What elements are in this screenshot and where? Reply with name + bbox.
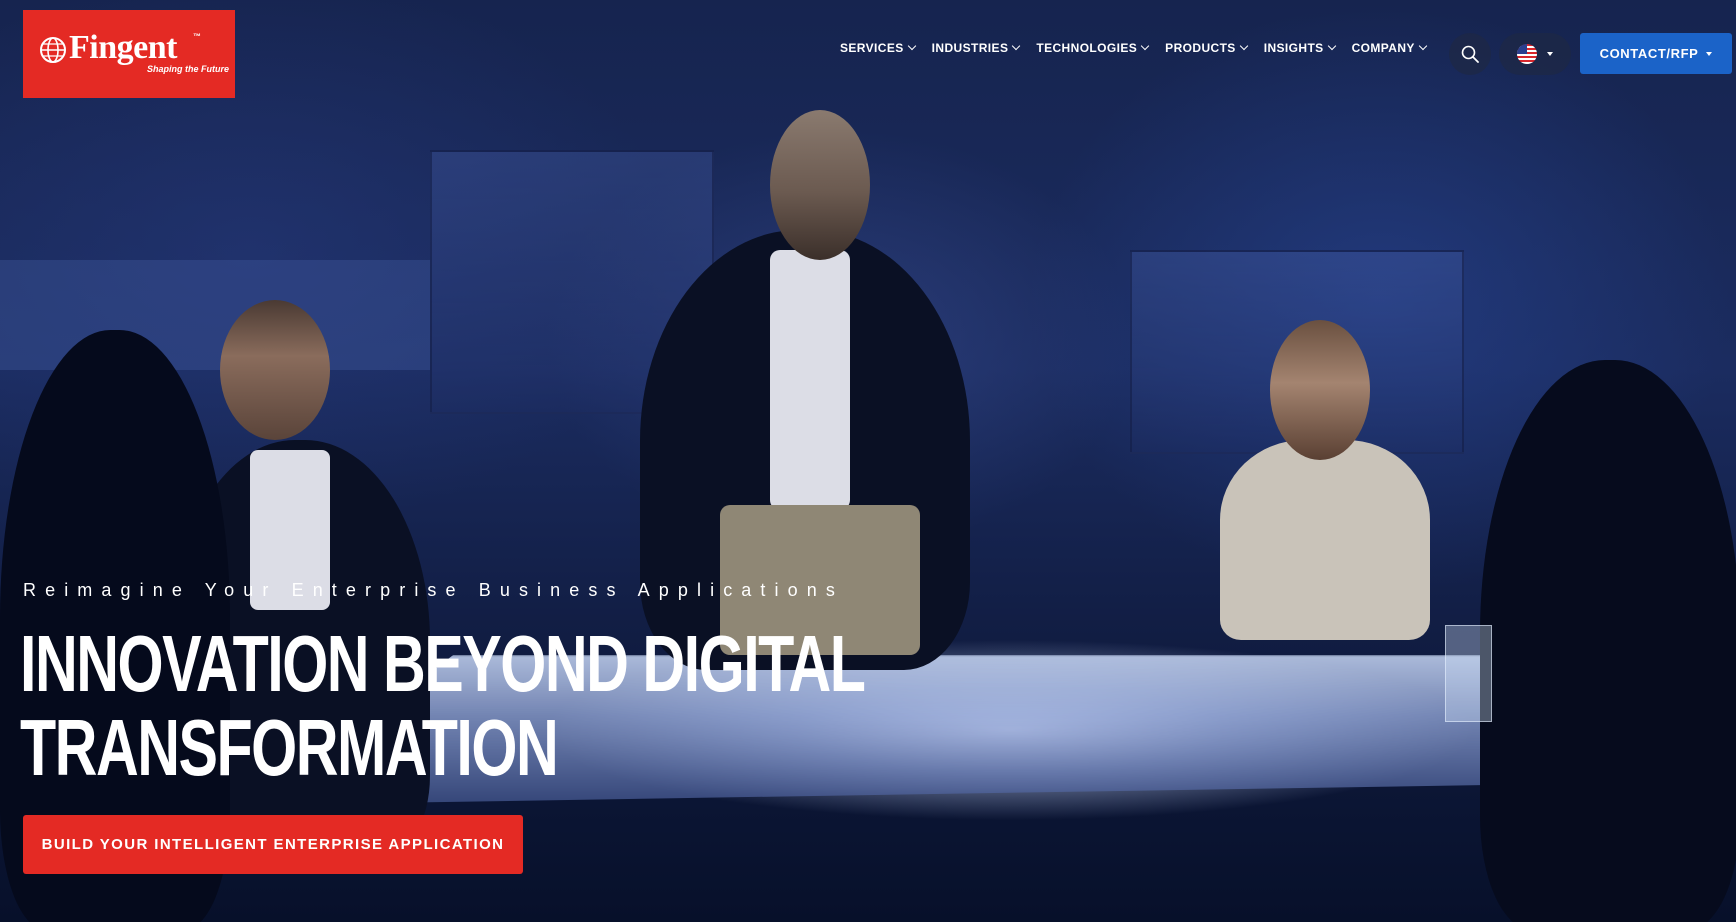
- cta-label: BUILD YOUR INTELLIGENT ENTERPRISE APPLIC…: [41, 836, 505, 853]
- nav-item-technologies[interactable]: TECHNOLOGIES: [1036, 41, 1150, 55]
- logo-tagline: Shaping the Future: [147, 64, 229, 74]
- search-button[interactable]: [1449, 33, 1491, 75]
- chevron-down-icon: [1012, 41, 1021, 51]
- nav-item-label: INSIGHTS: [1263, 41, 1324, 55]
- nav-item-services[interactable]: SERVICES: [840, 41, 916, 55]
- fingent-logo[interactable]: Fingent ™ Shaping the Future: [23, 10, 235, 98]
- build-application-button[interactable]: BUILD YOUR INTELLIGENT ENTERPRISE APPLIC…: [23, 815, 523, 874]
- logo-wordmark: Fingent: [69, 29, 177, 66]
- nav-item-label: TECHNOLOGIES: [1036, 41, 1138, 55]
- chevron-down-icon: [1239, 41, 1248, 51]
- hero-section: Fingent ™ Shaping the Future SERVICES IN…: [0, 0, 1736, 922]
- seated-woman-right-body: [1220, 440, 1430, 640]
- nav-item-company[interactable]: COMPANY: [1351, 41, 1428, 55]
- foreground-man-right: [1480, 360, 1736, 922]
- seated-man-left-head: [220, 300, 330, 440]
- nav-item-label: COMPANY: [1351, 41, 1415, 55]
- seated-woman-right-head: [1270, 320, 1370, 460]
- nav-item-insights[interactable]: INSIGHTS: [1263, 41, 1336, 55]
- standing-man-shirt: [770, 250, 850, 510]
- search-icon: [1461, 45, 1479, 63]
- chevron-down-icon: [1327, 41, 1336, 51]
- water-glass: [1445, 625, 1492, 722]
- hero-headline-line-2: TRANSFORMATION: [20, 703, 559, 792]
- us-flag-icon: [1517, 44, 1537, 64]
- contact-rfp-button[interactable]: CONTACT/RFP: [1580, 33, 1732, 74]
- chevron-down-icon: [1140, 41, 1150, 51]
- contact-rfp-label: CONTACT/RFP: [1599, 46, 1699, 61]
- caret-down-icon: [1706, 51, 1713, 56]
- logo-trademark: ™: [193, 32, 201, 41]
- language-selector[interactable]: [1499, 33, 1571, 75]
- nav-item-label: PRODUCTS: [1165, 41, 1236, 55]
- caret-down-icon: [1547, 52, 1553, 56]
- hero-headline: INNOVATION BEYOND DIGITAL TRANSFORMATION: [20, 619, 866, 792]
- chevron-down-icon: [907, 41, 916, 51]
- nav-item-label: INDUSTRIES: [931, 41, 1009, 55]
- standing-man-head: [770, 110, 870, 260]
- nav-item-products[interactable]: PRODUCTS: [1165, 41, 1248, 55]
- background-shelf: [0, 260, 430, 370]
- main-navigation: SERVICES INDUSTRIES TECHNOLOGIES PRODUCT…: [840, 41, 1443, 55]
- hero-tagline: Reimagine Your Enterprise Business Appli…: [23, 580, 844, 600]
- nav-item-label: SERVICES: [840, 41, 904, 55]
- hero-headline-line-1: INNOVATION BEYOND DIGITAL: [20, 619, 866, 708]
- globe-logo-icon: [40, 37, 66, 63]
- chevron-down-icon: [1418, 41, 1428, 51]
- nav-item-industries[interactable]: INDUSTRIES: [931, 41, 1021, 55]
